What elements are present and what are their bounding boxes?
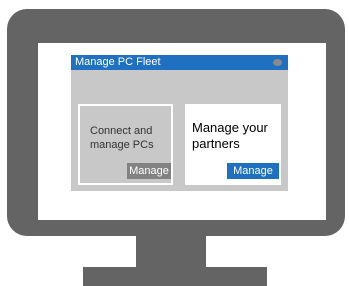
connect-pcs-card: Connect and manage PCs Manage [78,104,173,185]
manage-partners-card: Manage your partners Manage [185,104,281,185]
monitor-stand-neck [136,236,206,267]
card-description: Manage your partners [192,120,268,151]
title-bar: Manage PC Fleet [71,55,288,70]
monitor-stand-base [83,267,267,286]
app-window: Manage PC Fleet Connect and manage PCs M… [71,55,288,191]
manage-pcs-button[interactable]: Manage [127,163,171,179]
window-title: Manage PC Fleet [75,56,161,68]
window-control-icon[interactable] [273,59,282,66]
manage-partners-button[interactable]: Manage [227,163,279,179]
card-description: Connect and manage PCs [90,125,154,151]
